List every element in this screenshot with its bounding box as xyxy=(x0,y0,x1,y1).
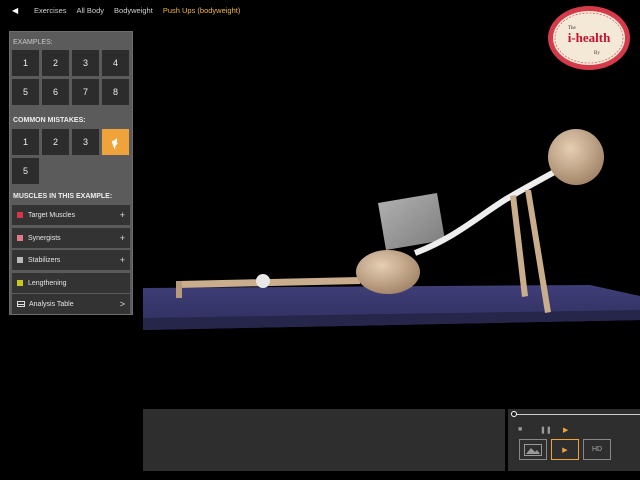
table-icon xyxy=(17,301,25,307)
exercise-panel: EXAMPLES: 1 2 3 4 5 6 7 8 COMMON MISTAKE… xyxy=(9,31,133,315)
example-button-1[interactable]: 1 xyxy=(12,50,39,76)
mistake-button-2[interactable]: 2 xyxy=(42,129,69,155)
stabilizers-label: Stabilizers xyxy=(28,256,61,264)
example-button-3[interactable]: 3 xyxy=(72,50,99,76)
example-button-4[interactable]: 4 xyxy=(102,50,129,76)
common-mistakes-heading: COMMON MISTAKES: xyxy=(13,117,86,124)
breadcrumb-push-ups[interactable]: Push Ups (bodyweight) xyxy=(163,6,241,15)
example-button-5[interactable]: 5 xyxy=(12,79,39,105)
example-button-7[interactable]: 7 xyxy=(72,79,99,105)
mistake-button-4[interactable]: 4 xyxy=(102,129,129,155)
mistakes-grid: 1 2 3 4 5 xyxy=(12,129,129,184)
mistake-button-1[interactable]: 1 xyxy=(12,129,39,155)
analysis-table-label: Analysis Table xyxy=(29,300,74,308)
video-player-controls: ■ ❚❚ ▶ ▶ HD xyxy=(508,409,640,471)
lengthening-color-swatch xyxy=(17,280,23,286)
target-muscles-row[interactable]: Target Muscles + xyxy=(12,205,130,225)
analysis-table-row[interactable]: Analysis Table > xyxy=(12,294,130,314)
pointer-cursor-icon xyxy=(111,139,121,150)
description-box xyxy=(143,409,505,471)
expand-icon: + xyxy=(119,255,125,265)
synergists-color-swatch xyxy=(17,235,23,241)
target-muscles-label: Target Muscles xyxy=(28,211,76,219)
progress-knob[interactable] xyxy=(511,411,517,417)
hd-button[interactable]: HD xyxy=(583,439,611,460)
stabilizers-color-swatch xyxy=(17,257,23,263)
synergists-row[interactable]: Synergists + xyxy=(12,228,130,248)
hd-label: HD xyxy=(591,446,603,453)
svg-text:By: By xyxy=(594,51,600,56)
pause-icon[interactable]: ❚❚ xyxy=(540,426,552,434)
target-color-swatch xyxy=(17,212,23,218)
synergists-label: Synergists xyxy=(28,234,61,242)
example-button-6[interactable]: 6 xyxy=(42,79,69,105)
expand-icon: + xyxy=(119,210,125,220)
video-mode-button[interactable]: ▶ xyxy=(551,439,579,460)
mistake-button-3[interactable]: 3 xyxy=(72,129,99,155)
image-icon xyxy=(524,443,542,456)
example-button-2[interactable]: 2 xyxy=(42,50,69,76)
breadcrumb-bodyweight[interactable]: Bodyweight xyxy=(114,6,153,15)
muscles-heading: MUSCLES IN THIS EXAMPLE: xyxy=(13,193,113,200)
i-health-logo: The i-health By xyxy=(548,6,630,70)
breadcrumb: ◀ Exercises All Body Bodyweight Push Ups… xyxy=(0,0,640,20)
stabilizers-row[interactable]: Stabilizers + xyxy=(12,250,130,270)
example-button-8[interactable]: 8 xyxy=(102,79,129,105)
stop-icon[interactable]: ■ xyxy=(518,426,522,433)
mistake-button-5[interactable]: 5 xyxy=(12,158,39,184)
lengthening-label: Lengthening xyxy=(28,279,67,287)
progress-track[interactable] xyxy=(514,414,640,415)
breadcrumb-all-body[interactable]: All Body xyxy=(77,6,105,15)
image-mode-button[interactable] xyxy=(519,439,547,460)
lengthening-row[interactable]: Lengthening xyxy=(12,273,130,293)
back-arrow-icon[interactable]: ◀ xyxy=(12,6,24,15)
breadcrumb-exercises[interactable]: Exercises xyxy=(34,6,67,15)
chevron-right-icon: > xyxy=(119,299,125,309)
examples-grid: 1 2 3 4 5 6 7 8 xyxy=(12,50,129,105)
svg-text:i-health: i-health xyxy=(568,30,611,45)
play-icon[interactable]: ▶ xyxy=(563,426,568,434)
play-icon: ▶ xyxy=(562,446,568,454)
expand-icon: + xyxy=(119,233,125,243)
examples-heading: EXAMPLES: xyxy=(13,39,53,46)
